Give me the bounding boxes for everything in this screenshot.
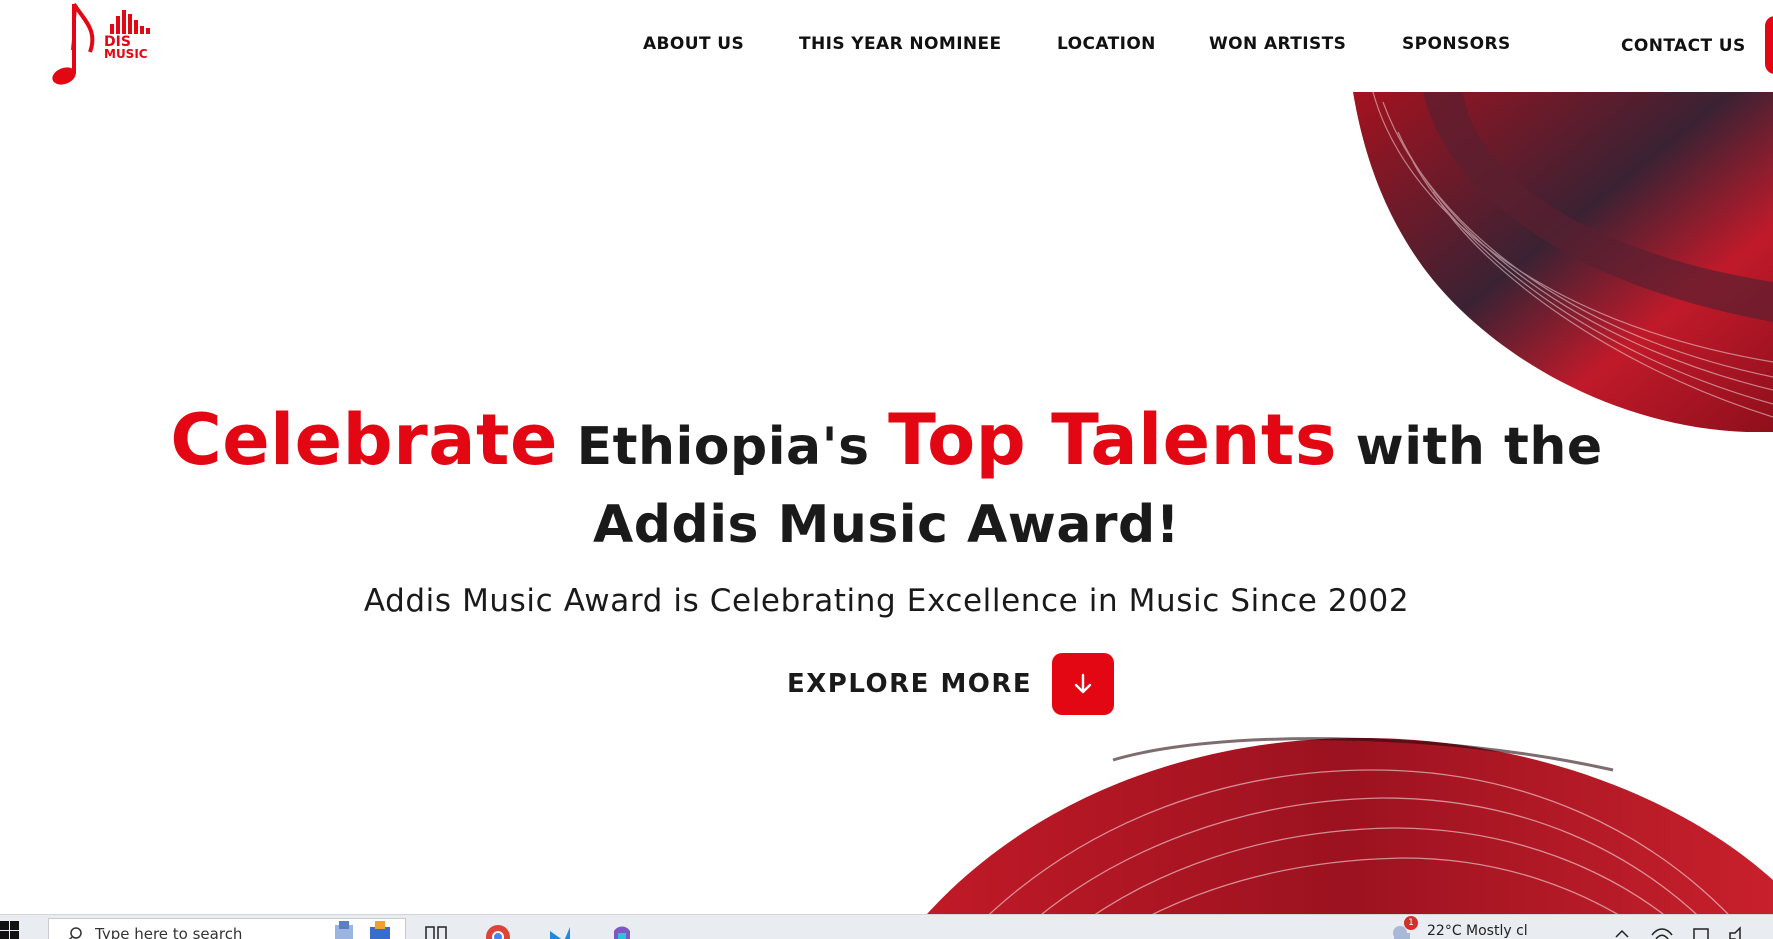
hero-accent-top-talents: Top Talents [888,399,1338,481]
search-highlight-icon-2 [370,921,390,939]
windows-start-icon[interactable] [0,921,20,939]
volume-icon[interactable] [1726,923,1754,939]
page: DIS MUSIC ABOUT US THIS YEAR NOMINEE LOC… [0,0,1773,939]
contact-us-button-edge[interactable] [1765,16,1773,74]
weather-text[interactable]: 22°C Mostly cl [1427,923,1528,939]
task-view-icon[interactable] [422,923,450,939]
contact-us-link[interactable]: CONTACT US [1621,34,1746,58]
copilot-icon[interactable] [608,923,636,939]
nav-link-location[interactable]: LOCATION [1057,30,1156,58]
explore-more-arrow-button[interactable] [1052,653,1115,715]
arrow-down-icon [1075,673,1092,694]
decorative-ribbon-bottom [913,737,1773,930]
weather-icon[interactable] [1388,921,1416,939]
chrome-icon[interactable] [484,923,512,939]
hero-headline: Celebrate Ethiopia's Top Talents with th… [0,395,1773,562]
decorative-ribbon-top [1353,92,1773,432]
battery-icon[interactable] [1688,923,1716,939]
taskbar-search-box[interactable] [48,918,406,939]
explore-more-label[interactable]: EXPLORE MORE [787,669,1032,699]
windows-taskbar: 1 22°C Mostly cl [0,914,1773,939]
hero-text-ethiopias: Ethiopia's [576,417,870,477]
hero-text-with-the: with the [1355,417,1603,477]
network-icon[interactable] [1648,923,1676,939]
hero-headline-line1: Celebrate Ethiopia's Top Talents with th… [0,395,1773,492]
search-icon [68,927,82,939]
hero-subtitle: Addis Music Award is Celebrating Excelle… [363,583,1410,619]
nav-link-this-year-nominee[interactable]: THIS YEAR NOMINEE [799,30,1002,58]
chevron-up-icon[interactable] [1608,923,1636,939]
nav-link-about-us[interactable]: ABOUT US [643,30,744,58]
hero-headline-line2: Addis Music Award! [593,495,1180,555]
nav-link-sponsors[interactable]: SPONSORS [1402,30,1511,58]
search-highlight-icon [335,921,353,939]
taskbar-search-input[interactable] [95,925,325,939]
explore-more-button[interactable]: EXPLORE MORE [787,653,1115,715]
hero-accent-celebrate: Celebrate [170,399,558,481]
nav-link-won-artists[interactable]: WON ARTISTS [1209,30,1346,58]
main-nav: ABOUT US THIS YEAR NOMINEE LOCATION WON … [0,30,1773,60]
vscode-icon[interactable] [546,923,574,939]
